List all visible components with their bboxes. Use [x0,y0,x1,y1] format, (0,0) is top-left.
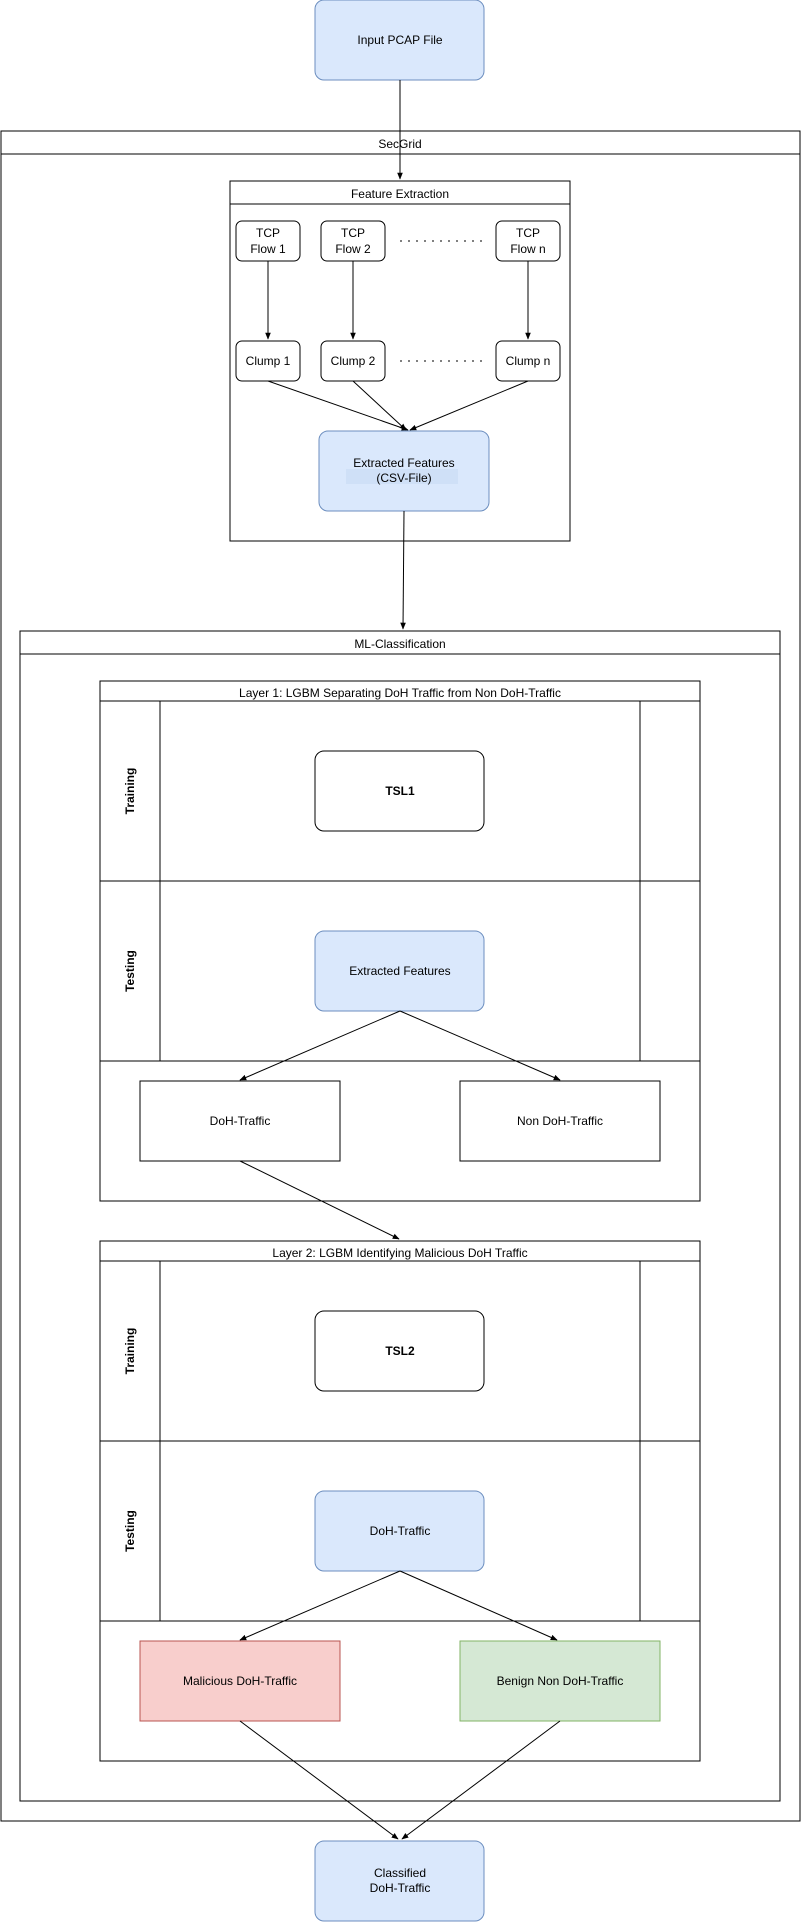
benign-traffic-node: Benign Non DoH-Traffic [459,1640,661,1722]
layer2-title: Layer 2: LGBM Identifying Malicious DoH … [272,1246,527,1260]
arrow-doh-to-malicious [239,1570,401,1641]
classified-line1: Classified [374,1866,426,1880]
feature-extraction-title: Feature Extraction [351,187,449,201]
arrow-extracted-to-ml [400,510,406,630]
input-pcap-node: Input PCAP File [314,0,485,81]
clump-1-node: Clump 1 [235,340,301,382]
layer1-doh-traffic-node: DoH-Traffic [139,1080,341,1162]
clump-n-node: Clump n [495,340,561,382]
layer2-testing-label: Testing [123,1510,137,1552]
layer2-training-label: Training [123,1328,137,1375]
extracted-features-csv-node: Extracted Features (CSV-File) [318,430,490,512]
layer1-non-doh-traffic-node: Non DoH-Traffic [459,1080,661,1162]
arrow-doh-to-layer2 [239,1160,400,1240]
arrow-features-to-doh [239,1010,401,1081]
layer1-testing-label: Testing [123,950,137,992]
tcp-flow-2-line2: Flow 2 [335,242,371,256]
malicious-doh-traffic-label: Malicious DoH-Traffic [183,1674,297,1688]
tcp-flow-1-line1: TCP [256,226,280,240]
malicious-doh-traffic-node: Malicious DoH-Traffic [139,1640,341,1722]
layer1-training-label: Training [123,768,137,815]
layer1-doh-traffic-label: DoH-Traffic [210,1114,271,1128]
tcp-flow-2-line1: TCP [341,226,365,240]
layer1-extracted-features-node: Extracted Features [314,930,485,1012]
tsl1-node: TSL1 [314,750,485,832]
clump-2-node: Clump 2 [320,340,386,382]
layer2-doh-traffic-label: DoH-Traffic [370,1524,431,1538]
layer1-non-doh-traffic-label: Non DoH-Traffic [517,1114,603,1128]
tsl2-node: TSL2 [314,1310,485,1392]
layer1-title: Layer 1: LGBM Separating DoH Traffic fro… [239,686,561,700]
benign-traffic-label: Benign Non DoH-Traffic [497,1674,624,1688]
clump-2-label: Clump 2 [331,354,376,368]
tsl2-label: TSL2 [385,1344,415,1358]
clump-n-label: Clump n [506,354,551,368]
input-pcap-label: Input PCAP File [357,33,442,47]
classified-line2: DoH-Traffic [370,1881,431,1895]
layer2-doh-traffic-node: DoH-Traffic [314,1490,485,1572]
tcp-flow-n-node: TCP Flow n [495,220,561,262]
tcp-flow-n-line1: TCP [516,226,540,240]
arrow-clump2-to-extracted [352,380,407,431]
classified-doh-traffic-node: Classified DoH-Traffic [314,1840,485,1922]
clump-1-label: Clump 1 [246,354,291,368]
tsl1-label: TSL1 [385,784,415,798]
arrow-clump1-to-extracted [267,380,409,431]
extracted-features-line2: (CSV-File) [376,471,431,485]
ml-classification-title: ML-Classification [354,637,445,651]
tcp-flow-1-line2: Flow 1 [250,242,286,256]
diagram-svg: Input PCAP File SecGrid Feature Extracti… [0,0,801,1922]
arrow-features-to-non-doh [399,1010,561,1081]
diagram-canvas: Input PCAP File SecGrid Feature Extracti… [0,0,801,1922]
tcp-flow-1-node: TCP Flow 1 [235,220,301,262]
extracted-features-line1: Extracted Features [353,456,454,470]
arrow-doh-to-benign [399,1570,558,1641]
tcp-flow-n-line2: Flow n [510,242,545,256]
tcp-flow-2-node: TCP Flow 2 [320,220,386,262]
layer1-extracted-features-label: Extracted Features [349,964,450,978]
arrow-clumpn-to-extracted [409,380,529,431]
